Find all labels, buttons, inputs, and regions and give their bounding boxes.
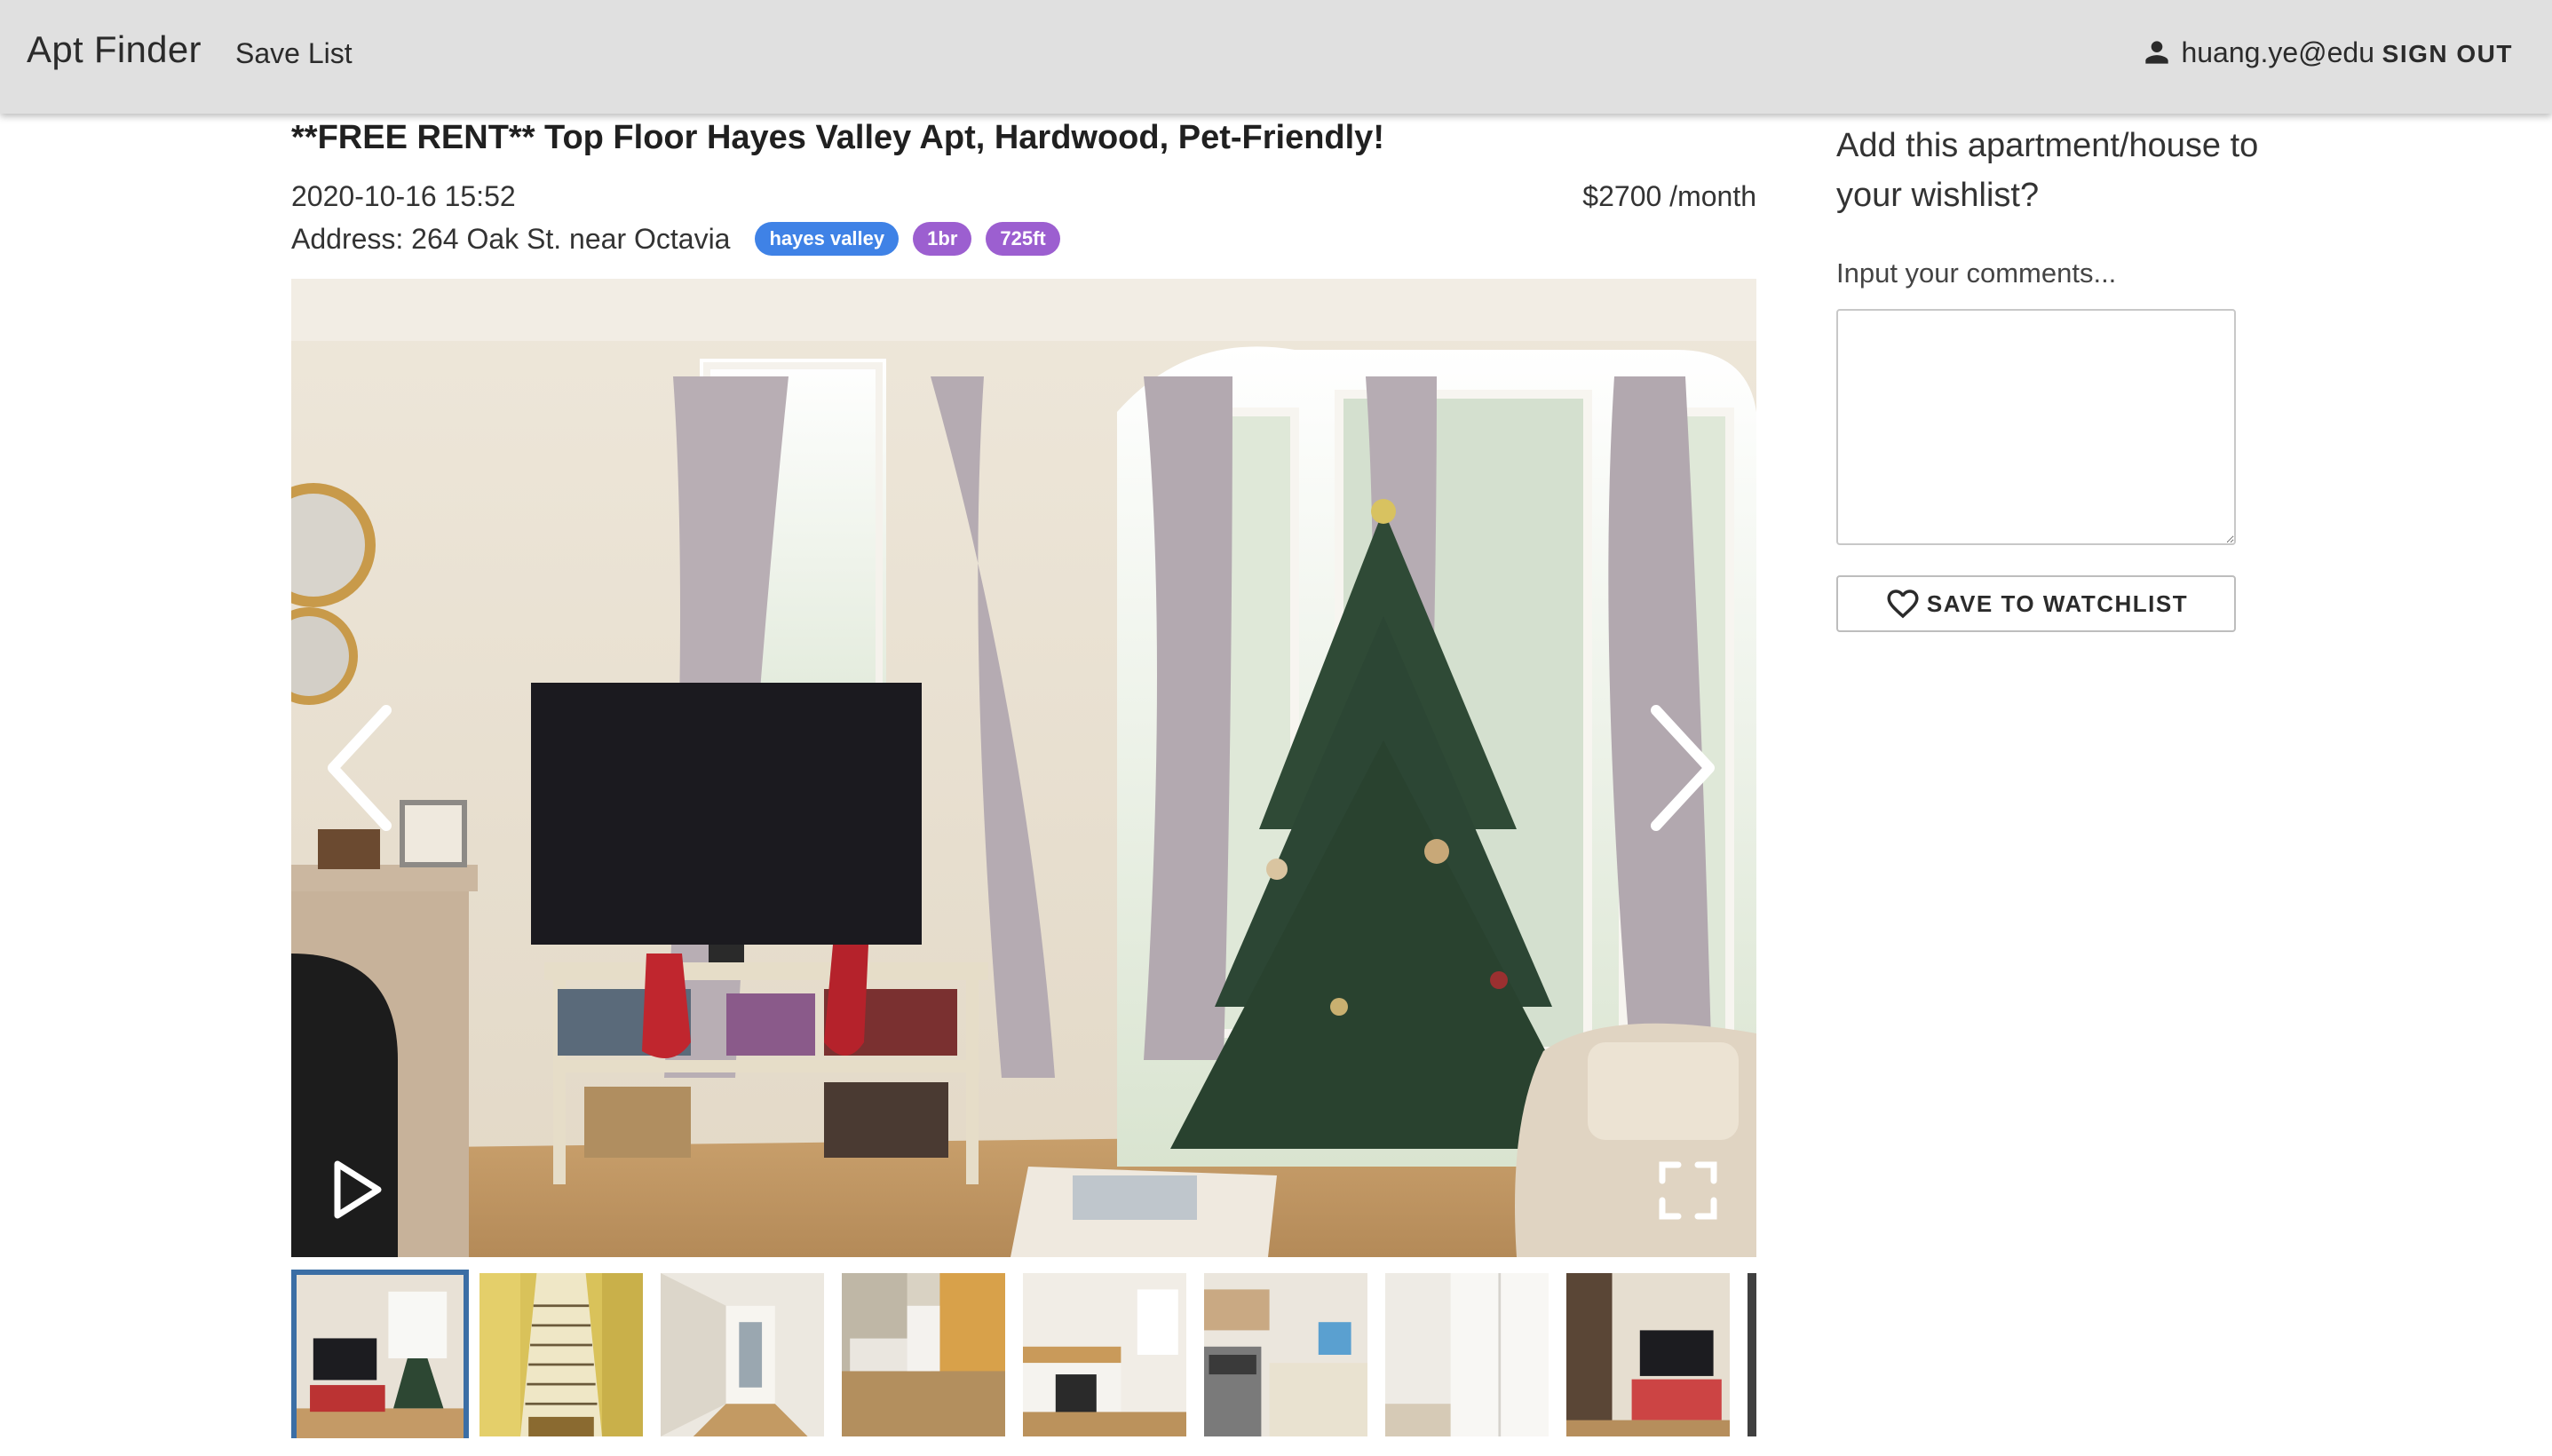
thumbnail-8[interactable] [1566, 1273, 1730, 1436]
listing-price: $2700 /month [1582, 180, 1756, 212]
slideshow-play-button[interactable] [330, 1159, 384, 1221]
thumbnail-strip[interactable] [291, 1270, 1756, 1438]
next-photo-button[interactable] [1643, 701, 1723, 835]
heart-outline-icon [1887, 590, 1919, 619]
thumbnail-7[interactable] [1385, 1273, 1549, 1436]
thumbnail-image [1566, 1273, 1730, 1436]
thumbnail-image [842, 1273, 1005, 1436]
thumbnail-image [1023, 1273, 1186, 1436]
address-row: Address: 264 Oak St. near Octavia hayes … [291, 222, 1060, 256]
sign-out-button[interactable]: SIGN OUT [2382, 40, 2513, 68]
thumbnail-image [297, 1275, 464, 1438]
user-email: huang.ye@edu [2181, 36, 2374, 68]
chevron-left-icon [328, 705, 392, 831]
user-account: huang.ye@edu [2140, 36, 2374, 69]
save-to-watchlist-label: SAVE TO WATCHLIST [1926, 590, 2189, 617]
comments-textarea[interactable] [1836, 309, 2236, 545]
thumbnail-image [1385, 1273, 1549, 1436]
photo-gallery[interactable] [291, 279, 1756, 1257]
thumbnail-image [1748, 1273, 1756, 1436]
comments-label: Input your comments... [1836, 257, 2117, 289]
brand-logo[interactable]: Apt Finder [27, 28, 202, 71]
app-bar: Apt Finder Save List huang.ye@edu SIGN O… [0, 0, 2552, 114]
thumbnail-5[interactable] [1023, 1273, 1186, 1436]
fullscreen-button[interactable] [1659, 1161, 1717, 1220]
chevron-right-icon [1651, 705, 1715, 831]
main-photo [291, 279, 1756, 1257]
thumbnail-image [479, 1273, 643, 1436]
tag-size: 725ft [986, 222, 1060, 256]
play-icon [334, 1160, 382, 1219]
nav-save-list[interactable]: Save List [235, 37, 353, 70]
tag-neighborhood: hayes valley [755, 222, 900, 256]
posted-date: 2020-10-16 15:52 [291, 180, 516, 212]
save-to-watchlist-button[interactable]: SAVE TO WATCHLIST [1836, 575, 2236, 632]
fullscreen-icon [1659, 1161, 1717, 1220]
thumbnail-4[interactable] [842, 1273, 1005, 1436]
tag-bedrooms: 1br [913, 222, 972, 256]
thumbnail-image [661, 1273, 824, 1436]
thumbnail-1[interactable] [291, 1270, 469, 1438]
prev-photo-button[interactable] [320, 701, 400, 835]
thumbnail-6[interactable] [1204, 1273, 1367, 1436]
listing-title: **FREE RENT** Top Floor Hayes Valley Apt… [291, 119, 1384, 156]
thumbnail-9[interactable] [1748, 1273, 1756, 1436]
thumbnail-3[interactable] [661, 1273, 824, 1436]
wishlist-heading: Add this apartment/house to your wishlis… [1836, 127, 2259, 214]
thumbnail-image [1204, 1273, 1367, 1436]
person-icon [2145, 41, 2169, 64]
thumbnail-2[interactable] [479, 1273, 643, 1436]
listing-address: Address: 264 Oak St. near Octavia [291, 222, 731, 255]
